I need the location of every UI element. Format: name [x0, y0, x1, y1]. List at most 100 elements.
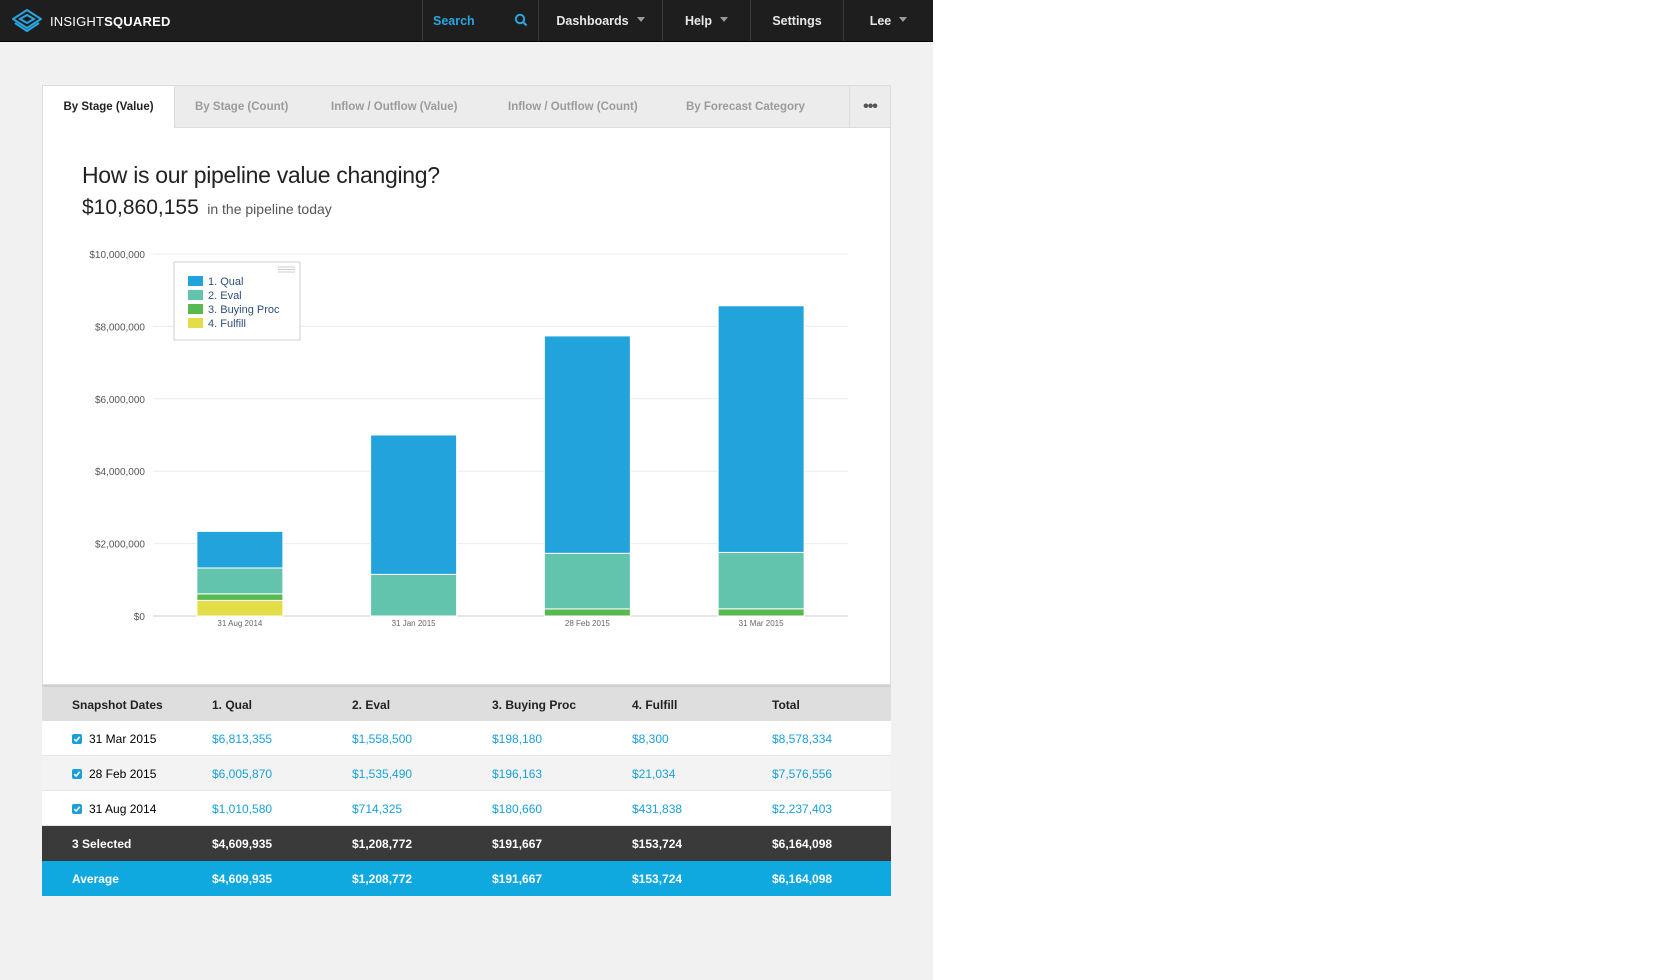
bar-segment — [196, 567, 284, 595]
value-link[interactable]: $21,034 — [632, 756, 675, 791]
column-header: 1. Qual — [212, 697, 253, 712]
bar-segment — [196, 593, 284, 601]
value-link[interactable]: $6,005,870 — [212, 756, 272, 791]
x-tick-label: 28 Feb 2015 — [565, 619, 610, 628]
summary-cell: $153,724 — [632, 836, 683, 851]
value-link[interactable]: $2,237,403 — [772, 791, 832, 826]
table-row: 31 Mar 2015 $6,813,355 $1,558,500 $198,180 $… — [42, 721, 891, 756]
legend-swatch — [188, 290, 203, 300]
dashboards-menu[interactable]: Dashboards — [538, 0, 662, 41]
search-label: Search — [433, 13, 475, 28]
snapshot-date-cell[interactable]: 31 Aug 2014 — [72, 791, 156, 826]
bar-segment — [196, 530, 284, 569]
summary-cell: 3 Selected — [72, 836, 132, 851]
logo-icon — [12, 9, 42, 33]
summary-cell: $1,208,772 — [352, 836, 413, 851]
bar-segment — [543, 335, 631, 554]
table-row: 28 Feb 2015 $6,005,870 $1,535,490 $196,163 $… — [42, 756, 891, 791]
y-tick-label: $0 — [134, 612, 146, 623]
user-menu[interactable]: Lee — [843, 0, 933, 41]
x-tick-label: 31 Aug 2014 — [217, 619, 262, 628]
settings-link[interactable]: Settings — [750, 0, 843, 41]
bar-segment — [370, 434, 458, 575]
value-link[interactable]: $6,813,355 — [212, 721, 272, 756]
bar-segment — [543, 608, 631, 617]
x-tick-label: 31 Mar 2015 — [739, 619, 784, 628]
average-cell: Average — [72, 871, 119, 886]
snapshot-date-cell[interactable]: 28 Feb 2015 — [72, 756, 156, 791]
user-label: Lee — [869, 13, 892, 28]
column-header: 4. Fulfill — [632, 697, 678, 712]
checkbox-checked-icon[interactable] — [72, 803, 82, 814]
snapshot-date: 31 Mar 2015 — [89, 731, 157, 746]
legend-entry: 3. Buying Proc — [208, 304, 280, 316]
y-tick-label: $6,000,000 — [95, 395, 145, 406]
legend-entry: 4. Fulfill — [208, 318, 246, 330]
help-label: Help — [684, 13, 713, 28]
y-tick-label: $4,000,000 — [95, 467, 145, 478]
legend-swatch — [188, 304, 203, 314]
average-cell: $1,208,772 — [352, 871, 413, 886]
help-menu[interactable]: Help — [662, 0, 750, 41]
value-link[interactable]: $8,578,334 — [772, 721, 832, 756]
top-nav: INSIGHTSQUARED Search Dashboards Help Se… — [0, 0, 933, 42]
checkbox-checked-icon[interactable] — [72, 733, 82, 744]
y-tick-label: $2,000,000 — [95, 540, 145, 551]
x-tick-label: 31 Jan 2015 — [392, 619, 437, 628]
summary-cell: $191,667 — [492, 836, 543, 851]
value-link[interactable]: $8,300 — [632, 721, 669, 756]
bar-segment — [543, 552, 631, 610]
selected-summary-row: 3 Selected $4,609,935 $1,208,772 $191,667 $1… — [42, 826, 891, 861]
average-row: Average $4,609,935 $1,208,772 $191,667 $153,… — [42, 861, 891, 896]
summary-cell: $6,164,098 — [772, 836, 833, 851]
value-link[interactable]: $1,558,500 — [352, 721, 412, 756]
average-cell: $6,164,098 — [772, 871, 833, 886]
snapshot-date: 28 Feb 2015 — [89, 766, 157, 781]
checkbox-checked-icon[interactable] — [72, 768, 82, 779]
legend-swatch — [188, 318, 203, 328]
value-link[interactable]: $714,325 — [352, 791, 402, 826]
value-link[interactable]: $196,163 — [492, 756, 542, 791]
legend-swatch — [188, 276, 203, 286]
value-link[interactable]: $1,535,490 — [352, 756, 412, 791]
search-icon — [514, 13, 528, 27]
bar-segment — [717, 608, 805, 617]
bar-segment — [370, 573, 458, 617]
dashboards-label: Dashboards — [556, 13, 629, 28]
chevron-down-icon — [720, 17, 729, 22]
column-header: Snapshot Dates — [72, 697, 163, 712]
average-cell: $4,609,935 — [212, 871, 273, 886]
value-link[interactable]: $431,838 — [632, 791, 682, 826]
bar-segment — [196, 599, 284, 617]
column-header: 2. Eval — [352, 697, 391, 712]
value-link[interactable]: $1,010,580 — [212, 791, 272, 826]
value-link[interactable]: $7,576,556 — [772, 756, 832, 791]
brand-name: INSIGHTSQUARED — [50, 14, 171, 29]
value-link[interactable]: $198,180 — [492, 721, 542, 756]
brand-name-light: INSIGHT — [50, 13, 105, 29]
column-header: 3. Buying Proc — [492, 697, 577, 712]
search-nav[interactable]: Search — [422, 0, 538, 41]
brand-name-bold: SQUARED — [104, 13, 171, 29]
chevron-down-icon — [899, 17, 908, 22]
legend-entry: 1. Qual — [208, 276, 243, 288]
pipeline-card: By Stage (Value) By Stage (Count) Inflow… — [42, 85, 891, 685]
average-cell: $153,724 — [632, 871, 683, 886]
value-link[interactable]: $180,660 — [492, 791, 542, 826]
snapshot-table: Snapshot Dates 1. Qual 2. Eval 3. Buying Pr… — [42, 685, 891, 896]
settings-label: Settings — [772, 13, 822, 28]
summary-cell: $4,609,935 — [212, 836, 273, 851]
average-cell: $191,667 — [492, 871, 543, 886]
snapshot-date-cell[interactable]: 31 Mar 2015 — [72, 721, 156, 756]
legend-entry: 2. Eval — [208, 290, 242, 302]
pipeline-stacked-bar-chart: $0 $2,000,000 $4,000,000 $6,000,000 $8,000,0… — [89, 250, 848, 628]
column-header: Total — [772, 697, 800, 712]
bar-segment — [717, 551, 805, 610]
app-window: INSIGHTSQUARED Search Dashboards Help Se… — [0, 0, 933, 980]
bar-segment — [717, 305, 805, 553]
table-header-row: Snapshot Dates 1. Qual 2. Eval 3. Buying Pr… — [42, 685, 891, 721]
chevron-down-icon — [636, 17, 645, 22]
y-tick-label: $8,000,000 — [95, 322, 145, 333]
y-tick-label: $10,000,000 — [89, 250, 145, 261]
brand-logo[interactable]: INSIGHTSQUARED — [12, 8, 171, 34]
